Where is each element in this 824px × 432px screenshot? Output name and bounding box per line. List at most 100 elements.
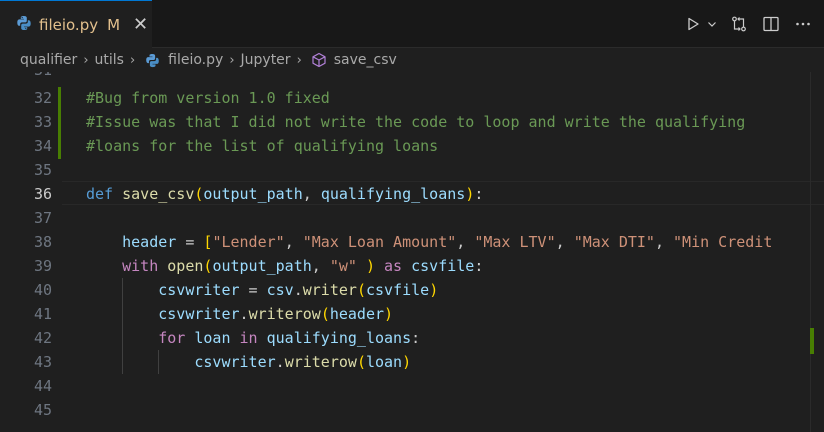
- breadcrumb: qualifier › utils › fileio.py › Jupyter …: [0, 48, 824, 72]
- code-token: "Max LTV": [474, 233, 556, 251]
- breadcrumb-item-qualifier[interactable]: qualifier: [20, 52, 77, 68]
- code-token: ): [365, 257, 375, 275]
- code-token: (: [356, 353, 366, 371]
- code-line[interactable]: for loan in qualifying_loans:: [86, 326, 420, 350]
- more-actions-icon[interactable]: [792, 12, 814, 36]
- indent-guide: [122, 302, 124, 326]
- split-editor-icon[interactable]: [760, 12, 782, 36]
- code-line[interactable]: #loans for the list of qualifying loans: [86, 134, 438, 158]
- line-number: 40: [33, 281, 52, 299]
- code-token: .: [275, 353, 285, 371]
- code-token: =: [176, 233, 204, 251]
- line-number: 35: [33, 161, 52, 179]
- code-line[interactable]: header = ["Lender", "Max Loan Amount", "…: [86, 230, 772, 254]
- code-line[interactable]: #Bug from version 1.0 fixed: [86, 86, 330, 110]
- code-editor[interactable]: 31 32 33 34 35 36 37 38 39 40 41 42 43 44 45 #Bug fro…: [0, 72, 824, 432]
- line-number: 45: [33, 401, 52, 419]
- code-line[interactable]: csvwriter.writerow(loan): [86, 350, 411, 374]
- editor-tab[interactable]: fileio.py M ✕: [0, 0, 152, 48]
- line-number: 44: [33, 377, 52, 395]
- line-number: 36: [33, 185, 52, 203]
- code-token: (: [320, 305, 330, 323]
- line-number: 39: [33, 257, 52, 275]
- python-file-icon: [145, 53, 160, 68]
- code-token: #Bug from version 1.0 fixed: [86, 89, 330, 107]
- code-line[interactable]: #Issue was that I did not write the code…: [86, 110, 745, 134]
- code-token: #Issue was that I did not write the code…: [86, 113, 746, 131]
- line-number: 38: [33, 233, 52, 251]
- code-line[interactable]: with open(output_path, "w" ) as csvfile:: [86, 254, 483, 278]
- chevron-down-icon[interactable]: [706, 12, 718, 36]
- code-token: loan: [365, 353, 403, 371]
- line-number: 33: [33, 113, 52, 131]
- code-area[interactable]: #Bug from version 1.0 fixed #Issue was th…: [86, 72, 824, 432]
- code-token: output_path: [203, 185, 303, 203]
- breadcrumb-item-symbol[interactable]: save_csv: [334, 52, 397, 68]
- line-number: 43: [33, 353, 52, 371]
- run-icon[interactable]: [682, 12, 704, 36]
- code-token: ): [465, 185, 475, 203]
- code-line[interactable]: def save_csv(output_path, qualifying_loa…: [86, 182, 483, 206]
- tab-bar: fileio.py M ✕: [0, 0, 824, 48]
- code-token: :: [411, 329, 421, 347]
- code-token: in: [239, 329, 258, 347]
- code-token: csvfile: [365, 281, 430, 299]
- code-token: loan: [194, 329, 231, 347]
- compare-changes-icon[interactable]: [728, 12, 750, 36]
- code-token: ,: [284, 233, 303, 251]
- code-token: =: [239, 281, 267, 299]
- code-token: csvwriter: [158, 305, 240, 323]
- line-number: 32: [33, 89, 52, 107]
- code-line[interactable]: csvwriter = csv.writer(csvfile): [86, 278, 438, 302]
- code-token: def: [86, 185, 114, 203]
- close-icon[interactable]: ✕: [133, 15, 148, 34]
- code-token: writerow: [248, 305, 321, 323]
- line-number: 34: [33, 137, 52, 155]
- indent-guide: [158, 350, 160, 374]
- code-token: ,: [456, 233, 475, 251]
- code-token: "Lender": [212, 233, 285, 251]
- code-token: for: [158, 329, 186, 347]
- scrollbar-change-marker: [810, 328, 814, 354]
- code-token: csvwriter: [158, 281, 240, 299]
- code-token: .: [293, 281, 303, 299]
- code-token: ,: [302, 185, 321, 203]
- breadcrumb-item-file[interactable]: fileio.py: [168, 52, 223, 68]
- code-token: csvfile: [411, 257, 475, 275]
- line-number: 41: [33, 305, 52, 323]
- breadcrumb-item-jupyter[interactable]: Jupyter: [241, 52, 291, 68]
- breadcrumb-item-utils[interactable]: utils: [95, 52, 124, 68]
- code-token: csvwriter: [194, 353, 276, 371]
- code-token: ): [384, 305, 394, 323]
- chevron-right-icon: ›: [229, 52, 235, 68]
- code-token: "Max DTI": [573, 233, 655, 251]
- code-token: open: [167, 257, 204, 275]
- modified-indicator: M: [107, 15, 121, 34]
- tab-filename: fileio.py: [39, 15, 99, 34]
- indent-guide: [122, 326, 124, 350]
- vertical-scrollbar[interactable]: [810, 72, 824, 432]
- code-token: qualifying_loans: [320, 185, 466, 203]
- code-token: as: [384, 257, 403, 275]
- code-line[interactable]: csvwriter.writerow(header): [86, 302, 393, 326]
- code-token: ,: [311, 257, 330, 275]
- code-token: writerow: [284, 353, 357, 371]
- code-token: with: [122, 257, 159, 275]
- code-token: ): [402, 353, 412, 371]
- code-token: qualifying_loans: [266, 329, 412, 347]
- code-token: ): [429, 281, 439, 299]
- git-modified-marker: [58, 87, 61, 159]
- code-token: header: [122, 233, 177, 251]
- line-number-gutter: 31 32 33 34 35 36 37 38 39 40 41 42 43 44 45: [0, 72, 60, 432]
- indent-guide: [122, 278, 124, 302]
- code-token: csv: [266, 281, 294, 299]
